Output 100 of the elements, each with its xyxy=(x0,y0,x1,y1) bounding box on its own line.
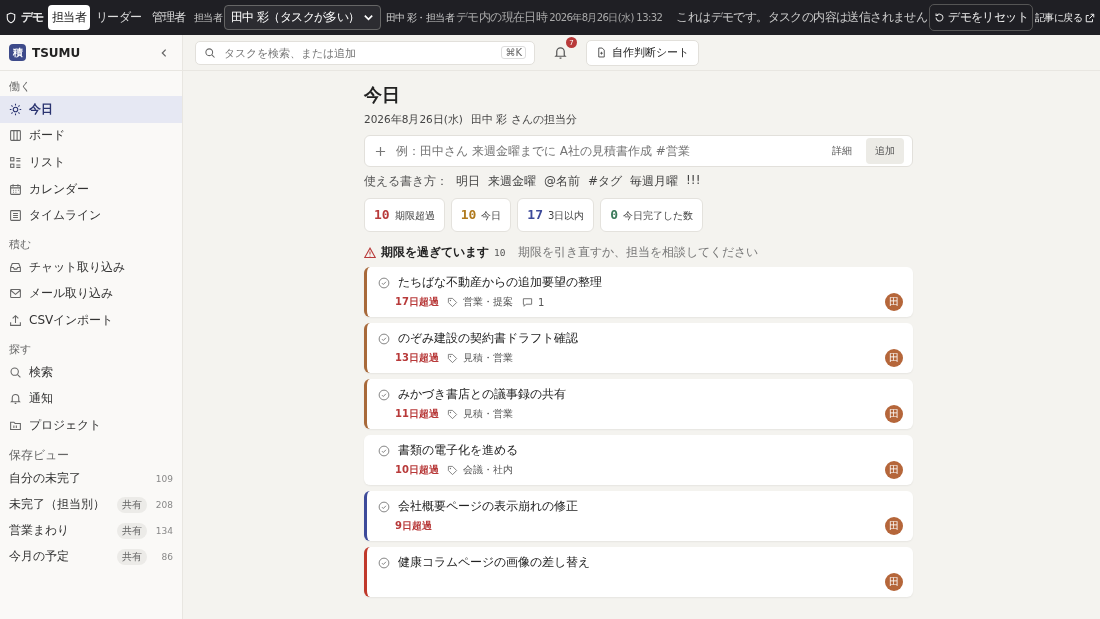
section-note: 期限を引き直すか、担当を相談してください xyxy=(518,244,759,261)
quick-add-input[interactable]: 例：田中さん 来週金曜までに A社の見積書作成 #営業 xyxy=(394,143,824,159)
stat-value: 17 xyxy=(527,207,543,222)
collapse-icon[interactable] xyxy=(159,47,169,58)
task-card[interactable]: たちばな不動産からの追加要望の整理 17日超過 営業・提案 1 田 xyxy=(364,267,913,317)
nav-item[interactable]: ボード xyxy=(0,122,182,150)
stat-label: 期限超過 xyxy=(394,209,435,223)
saved-view-link[interactable]: 未完了（担当別） xyxy=(9,496,111,514)
section-label: 積む xyxy=(8,236,32,253)
tag-icon xyxy=(446,352,458,364)
comment-icon xyxy=(521,296,533,308)
task-title: 書類の電子化を進める xyxy=(398,443,518,458)
overdue-label: 9日超過 xyxy=(395,519,432,533)
back-link[interactable]: 記事に戻る xyxy=(1035,10,1095,25)
syntax-hint: #タグ xyxy=(588,173,623,190)
nav-item[interactable]: 検索 xyxy=(0,358,182,386)
nav-item[interactable]: 今日 xyxy=(0,96,182,123)
section-label: 働く xyxy=(8,79,32,95)
check-circle-icon[interactable] xyxy=(378,332,390,345)
chevron-down-icon xyxy=(362,12,374,23)
search-input[interactable]: タスクを検索、または追加 xyxy=(222,45,496,60)
shared-badge: 共有 xyxy=(117,522,147,539)
assignee-avatar: 田 xyxy=(885,461,903,479)
nav-item[interactable]: チャット取り込み xyxy=(0,253,182,281)
section-title: 期限を過ぎています xyxy=(381,244,489,261)
nav-item[interactable]: リスト xyxy=(0,149,182,176)
nav-item[interactable]: タイムライン xyxy=(0,202,182,229)
assignee-avatar: 田 xyxy=(885,517,903,535)
detail-link[interactable]: 詳細 xyxy=(832,144,852,158)
view-count: 86 xyxy=(160,551,173,562)
external-link-icon xyxy=(1085,12,1095,23)
role-tab[interactable]: 担当者 xyxy=(47,5,90,30)
inbox-icon xyxy=(9,260,22,274)
task-card[interactable]: 書類の電子化を進める 10日超過 会議・社内 田 xyxy=(364,435,913,485)
overdue-label: 13日超過 xyxy=(395,351,439,365)
reset-button[interactable]: デモをリセット xyxy=(929,4,1033,31)
search-icon xyxy=(9,365,22,379)
section-label: 探す xyxy=(8,341,32,358)
saved-view-link[interactable]: 自分の未完了 xyxy=(9,470,147,488)
shield-icon xyxy=(5,11,17,24)
stat-label: 今日 xyxy=(481,209,502,223)
role-tab[interactable]: 管理者 xyxy=(147,5,190,30)
syntax-hint: !!! xyxy=(686,173,701,189)
task-card[interactable]: みかづき書店との議事録の共有 11日超過 見積・営業 田 xyxy=(364,379,913,429)
add-button[interactable]: 追加 xyxy=(866,138,904,164)
app-name: TSUMU xyxy=(32,45,82,60)
nav-item[interactable]: プロジェクト xyxy=(0,411,182,439)
check-circle-icon[interactable] xyxy=(378,388,390,401)
reset-icon xyxy=(934,12,946,23)
user-info: 田中 彩・担当者 xyxy=(385,10,455,25)
hints-label: 使える書き方： xyxy=(364,173,448,190)
check-circle-icon[interactable] xyxy=(378,500,390,513)
role-tab[interactable]: リーダー xyxy=(92,5,146,30)
view-count: 109 xyxy=(154,473,173,484)
check-circle-icon[interactable] xyxy=(378,444,390,457)
task-title: たちばな不動産からの追加要望の整理 xyxy=(398,275,602,290)
syntax-hint: 来週金曜 xyxy=(488,173,536,190)
task-card[interactable]: 健康コラムページの画像の差し替え 田 xyxy=(364,547,913,597)
mail-icon xyxy=(9,287,22,301)
nav-item[interactable]: 通知 xyxy=(0,385,182,412)
stat-value: 0 xyxy=(610,207,619,222)
clock-value: 2026年8月26日(水) 13:32 xyxy=(549,10,663,25)
bell-icon[interactable] xyxy=(553,45,568,60)
syntax-hint: @名前 xyxy=(544,173,580,190)
section-count: 10 xyxy=(494,247,506,258)
saved-view-link[interactable]: 今月の予定 xyxy=(9,548,111,566)
assignee-avatar: 田 xyxy=(885,349,903,367)
saved-view-link[interactable]: 営業まわり xyxy=(9,522,111,540)
overdue-label: 11日超過 xyxy=(395,407,439,421)
search-icon xyxy=(204,46,216,59)
stat-value: 10 xyxy=(460,207,477,222)
check-circle-icon[interactable] xyxy=(378,276,390,289)
nav-item[interactable]: CSVインポート xyxy=(0,307,182,334)
page-title: 今日 xyxy=(364,83,401,107)
board-icon xyxy=(9,129,22,143)
check-circle-icon[interactable] xyxy=(378,556,390,569)
task-card[interactable]: のぞみ建設の契約書ドラフト確認 13日超過 見積・営業 田 xyxy=(364,323,913,373)
comment-count: 1 xyxy=(537,296,545,308)
task-card[interactable]: 会社概要ページの表示崩れの修正 9日超過 田 xyxy=(364,491,913,541)
nav-item[interactable]: メール取り込み xyxy=(0,280,182,308)
calendar-icon xyxy=(9,182,22,196)
section-label: 保存ビュー xyxy=(8,446,70,464)
sun-icon xyxy=(9,102,22,116)
document-icon xyxy=(596,47,607,58)
nav-item[interactable]: カレンダー xyxy=(0,175,182,203)
stat-value: 10 xyxy=(374,207,390,222)
user-select[interactable]: 田中 彩（タスクが多い） xyxy=(224,5,381,30)
task-title: 健康コラムページの画像の差し替え xyxy=(398,555,590,570)
stat-label: 3日以内 xyxy=(547,209,585,223)
syntax-hint: 明日 xyxy=(456,173,480,190)
task-tag: 営業・提案 xyxy=(462,295,513,309)
syntax-hint: 毎週月曜 xyxy=(630,173,679,190)
tag-icon xyxy=(446,296,458,308)
upload-icon xyxy=(9,313,22,327)
user-label: 担当者 xyxy=(193,10,223,25)
overdue-label: 17日超過 xyxy=(395,295,439,309)
quick-add-field[interactable]: 例：田中さん 来週金曜までに A社の見積書作成 #営業 詳細 追加 xyxy=(364,135,913,167)
shared-badge: 共有 xyxy=(117,496,147,513)
sheet-button[interactable]: 自作判断シート xyxy=(586,39,699,66)
search-field[interactable]: タスクを検索、または追加 ⌘K xyxy=(195,40,535,65)
